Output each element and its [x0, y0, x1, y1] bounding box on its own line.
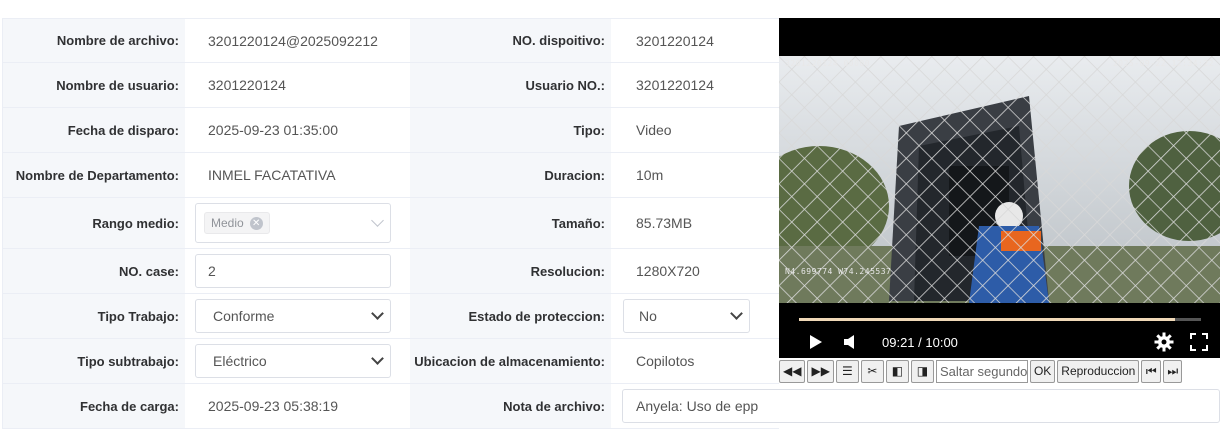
row-4: Nombre de Departamento: INMEL FACATATIVA…	[3, 153, 779, 198]
row-5: Rango medio: Medio ✕ Tamaño: 85.73MB	[3, 198, 779, 249]
jump-seconds-input[interactable]: Saltar segundos	[935, 359, 1028, 383]
estado-proteccion-select[interactable]: No	[623, 299, 750, 333]
value-no-dispositivo: 3201220124	[636, 32, 714, 49]
osd-datetime: 2025-09-22 12:34:22	[1112, 59, 1214, 68]
next-frame-icon[interactable]: ◨	[910, 359, 934, 383]
chevron-down-icon	[371, 214, 384, 227]
label-no-dispositivo: NO. dispoitivo:	[410, 19, 611, 62]
row-6: NO. case: 2 Resolucion: 1280X720	[3, 249, 779, 294]
label-tipo: Tipo:	[410, 108, 611, 152]
video-frame[interactable]: 3201220124 00000 2025-09-22 12:34:22 N4.…	[779, 56, 1220, 303]
playback-button[interactable]: Reproduccion	[1057, 359, 1140, 383]
label-no-case: NO. case:	[3, 249, 185, 293]
rango-medio-tag-label: Medio	[211, 216, 244, 230]
tipo-subtrabajo-select[interactable]: Eléctrico	[195, 344, 391, 378]
label-fecha-disparo: Fecha de disparo:	[3, 108, 185, 152]
rewind-icon[interactable]: ◀◀	[779, 359, 806, 383]
volume-icon[interactable]	[843, 334, 857, 350]
label-resolucion: Resolucion:	[410, 249, 611, 293]
value-nombre-usuario: 3201220124	[208, 77, 286, 93]
row-3: Fecha de disparo: 2025-09-23 01:35:00 Ti…	[3, 108, 779, 153]
label-tamano: Tamaño:	[410, 198, 611, 248]
skip-start-icon[interactable]: ⏮	[1141, 359, 1162, 383]
value-tamano: 85.73MB	[636, 215, 693, 231]
label-nota: Nota de archivo:	[410, 384, 611, 428]
value-fecha-disparo: 2025-09-23 01:35:00	[208, 122, 338, 138]
video-time: 09:21 / 10:00	[882, 334, 958, 350]
chevron-down-icon	[730, 307, 743, 320]
tipo-subtrabajo-value: Eléctrico	[213, 353, 267, 369]
label-estado-proteccion: Estado de proteccion:	[410, 294, 611, 338]
tag-close-icon[interactable]: ✕	[249, 216, 263, 230]
osd-device: 3201220124 00000	[785, 59, 871, 68]
rango-medio-select[interactable]: Medio ✕	[195, 203, 391, 243]
value-usuario-no: 3201220124	[636, 77, 714, 93]
value-fecha-carga: 2025-09-23 05:38:19	[208, 398, 338, 414]
tipo-trabajo-cell: Conforme	[185, 294, 410, 338]
value-nombre-archivo: 3201220124@2025092212	[208, 32, 378, 49]
label-ubicacion: Ubicacion de almacenamiento:	[410, 339, 611, 383]
video-progress-bar[interactable]	[799, 318, 1201, 321]
video-progress-fill	[799, 318, 1175, 321]
rango-medio-tag: Medio ✕	[204, 212, 270, 234]
label-nombre-archivo: Nombre de archivo:	[3, 19, 185, 62]
estado-proteccion-value: No	[639, 308, 657, 324]
prev-frame-icon[interactable]: ◧	[885, 359, 909, 383]
scissors-icon[interactable]: ✂	[860, 359, 884, 383]
row-7: Tipo Trabajo: Conforme Estado de protecc…	[3, 294, 779, 339]
row-2: Nombre de usuario: 3201220124 Usuario NO…	[3, 63, 779, 108]
tipo-trabajo-value: Conforme	[213, 308, 275, 324]
video-player[interactable]: 3201220124 00000 2025-09-22 12:34:22 N4.…	[779, 18, 1220, 358]
ok-button[interactable]: OK	[1029, 359, 1056, 383]
no-case-cell: 2	[185, 249, 410, 293]
row-1: Nombre de archivo: 3201220124@2025092212…	[3, 18, 779, 63]
label-fecha-carga: Fecha de carga:	[3, 384, 185, 428]
row-8: Tipo subtrabajo: Eléctrico Ubicacion de …	[3, 339, 779, 384]
value-departamento: INMEL FACATATIVA	[208, 167, 336, 183]
no-case-input[interactable]: 2	[195, 254, 391, 288]
label-departamento: Nombre de Departamento:	[3, 153, 185, 197]
settings-gear-icon[interactable]	[1154, 332, 1174, 352]
video-controls: 09:21 / 10:00	[779, 326, 1220, 358]
chevron-down-icon	[371, 307, 384, 320]
label-usuario-no: Usuario NO.:	[410, 63, 611, 107]
list-icon[interactable]: ☰	[835, 359, 859, 383]
value-duracion: 10m	[636, 167, 664, 183]
video-scene	[779, 56, 1220, 303]
osd-gps: N4.699774 W74.245537	[785, 267, 892, 276]
label-rango-medio: Rango medio:	[3, 198, 185, 248]
tipo-subtrabajo-cell: Eléctrico	[185, 339, 410, 383]
value-resolucion: 1280X720	[636, 263, 700, 279]
skip-end-icon[interactable]: ⏭	[1163, 359, 1183, 383]
rango-medio-cell: Medio ✕	[185, 198, 410, 248]
play-icon[interactable]	[809, 334, 823, 350]
nota-input[interactable]: Anyela: Uso de epp	[622, 389, 1220, 423]
estado-proteccion-cell: No	[611, 294, 779, 338]
label-nombre-usuario: Nombre de usuario:	[3, 63, 185, 107]
value-ubicacion: Copilotos	[636, 353, 695, 369]
label-duracion: Duracion:	[410, 153, 611, 197]
label-tipo-trabajo: Tipo Trabajo:	[3, 294, 185, 338]
tipo-trabajo-select[interactable]: Conforme	[195, 299, 391, 333]
fullscreen-icon[interactable]	[1189, 333, 1208, 351]
playback-toolbar: ◀◀ ▶▶ ☰ ✂ ◧ ◨ Saltar segundos OK Reprodu…	[779, 359, 1220, 383]
chevron-down-icon	[371, 352, 384, 365]
label-tipo-subtrabajo: Tipo subtrabajo:	[3, 339, 185, 383]
value-tipo: Video	[636, 122, 672, 138]
fast-forward-icon[interactable]: ▶▶	[807, 359, 834, 383]
file-details-form: Nombre de archivo: 3201220124@2025092212…	[2, 18, 779, 429]
